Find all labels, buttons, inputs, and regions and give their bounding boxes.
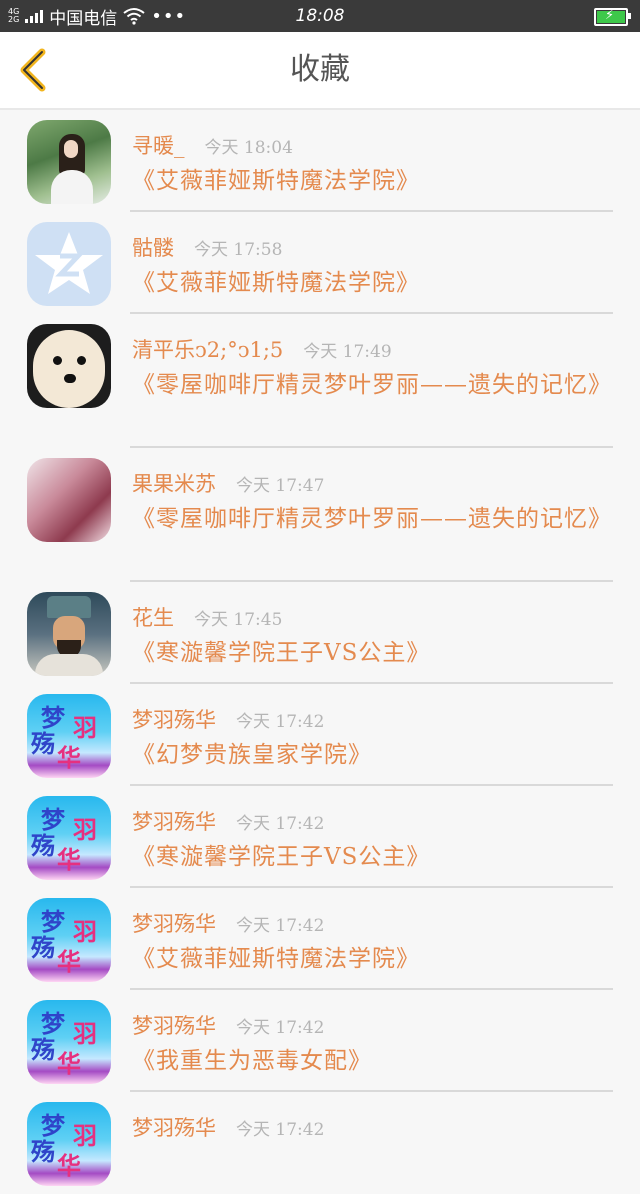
qq-star-avatar[interactable]	[27, 222, 111, 306]
dog-avatar[interactable]	[27, 324, 111, 408]
mengyu-avatar[interactable]: 梦羽 殇华	[27, 1102, 111, 1186]
timestamp: 今天 17:42	[236, 916, 325, 936]
list-item[interactable]: 梦羽 殇华 梦羽殇华 今天 17:42 《幻梦贵族皇家学院》	[0, 684, 640, 786]
header: 收藏	[0, 32, 640, 110]
list-item[interactable]: 梦羽 殇华 梦羽殇华 今天 17:42 《我重生为恶毒女配》	[0, 990, 640, 1092]
status-time: 18:08	[295, 6, 345, 26]
story-title[interactable]: 《零屋咖啡厅精灵梦叶罗丽——遗失的记忆》	[132, 368, 612, 402]
timestamp: 今天 17:42	[236, 1120, 325, 1140]
mengyu-avatar[interactable]: 梦羽 殇华	[27, 1000, 111, 1084]
timestamp: 今天 17:42	[236, 814, 325, 834]
mengyu-avatar[interactable]: 梦羽 殇华	[27, 694, 111, 778]
list-item[interactable]: 花生 今天 17:45 《寒漩馨学院王子VS公主》	[0, 582, 640, 684]
list-item[interactable]: 梦羽 殇华 梦羽殇华 今天 17:42 《寒漩馨学院王子VS公主》	[0, 786, 640, 888]
list-item[interactable]: 寻暖_ 今天 18:04 《艾薇菲娅斯特魔法学院》	[0, 110, 640, 212]
story-title[interactable]: 《我重生为恶毒女配》	[132, 1044, 612, 1078]
username[interactable]: 梦羽殇华	[132, 1010, 216, 1040]
page-title: 收藏	[290, 52, 350, 87]
username[interactable]: 骷髅	[132, 232, 174, 262]
battery-icon: ⚡	[594, 8, 631, 26]
story-title[interactable]: 《艾薇菲娅斯特魔法学院》	[132, 266, 612, 300]
story-title[interactable]: 《寒漩馨学院王子VS公主》	[132, 636, 612, 670]
list-item[interactable]: 梦羽 殇华 梦羽殇华 今天 17:42 《艾薇菲娅斯特魔法学院》	[0, 888, 640, 990]
story-title[interactable]: 《寒漩馨学院王子VS公主》	[132, 840, 612, 874]
timestamp: 今天 17:42	[236, 1018, 325, 1038]
story-title[interactable]: 《艾薇菲娅斯特魔法学院》	[132, 942, 612, 976]
list-item[interactable]: 果果米苏 今天 17:47 《零屋咖啡厅精灵梦叶罗丽——遗失的记忆》	[0, 448, 640, 582]
story-title[interactable]: 《零屋咖啡厅精灵梦叶罗丽——遗失的记忆》	[132, 502, 612, 536]
story-title[interactable]: 《幻梦贵族皇家学院》	[132, 738, 612, 772]
username[interactable]: 果果米苏	[132, 468, 216, 498]
warrior-avatar[interactable]	[27, 592, 111, 676]
list-item[interactable]: 骷髅 今天 17:58 《艾薇菲娅斯特魔法学院》	[0, 212, 640, 314]
timestamp: 今天 17:42	[236, 712, 325, 732]
story-title[interactable]: 《艾薇菲娅斯特魔法学院》	[132, 164, 612, 198]
timestamp: 今天 18:04	[204, 138, 293, 158]
timestamp: 今天 17:47	[236, 476, 325, 496]
timestamp: 今天 17:45	[194, 610, 283, 630]
timestamp: 今天 17:49	[303, 342, 392, 362]
username[interactable]: 清平乐ↄ2;°ↄ1;5	[132, 334, 283, 364]
username[interactable]: 梦羽殇华	[132, 908, 216, 938]
status-bar: 4G 2G 中国电信 ••• 18:08 ⚡	[0, 0, 640, 32]
username[interactable]: 梦羽殇华	[132, 806, 216, 836]
list-item[interactable]: 梦羽 殇华 梦羽殇华 今天 17:42	[0, 1092, 640, 1194]
anime-girl-avatar[interactable]	[27, 458, 111, 542]
girl-photo-avatar[interactable]	[27, 120, 111, 204]
username[interactable]: 花生	[132, 602, 174, 632]
mengyu-avatar[interactable]: 梦羽 殇华	[27, 796, 111, 880]
username[interactable]: 寻暖_	[132, 130, 185, 160]
list-item[interactable]: 清平乐ↄ2;°ↄ1;5 今天 17:49 《零屋咖啡厅精灵梦叶罗丽——遗失的记忆…	[0, 314, 640, 448]
username[interactable]: 梦羽殇华	[132, 704, 216, 734]
timestamp: 今天 17:58	[194, 240, 283, 260]
mengyu-avatar[interactable]: 梦羽 殇华	[27, 898, 111, 982]
favorites-list: 寻暖_ 今天 18:04 《艾薇菲娅斯特魔法学院》 骷髅 今天 17:58 《艾…	[0, 110, 640, 1194]
